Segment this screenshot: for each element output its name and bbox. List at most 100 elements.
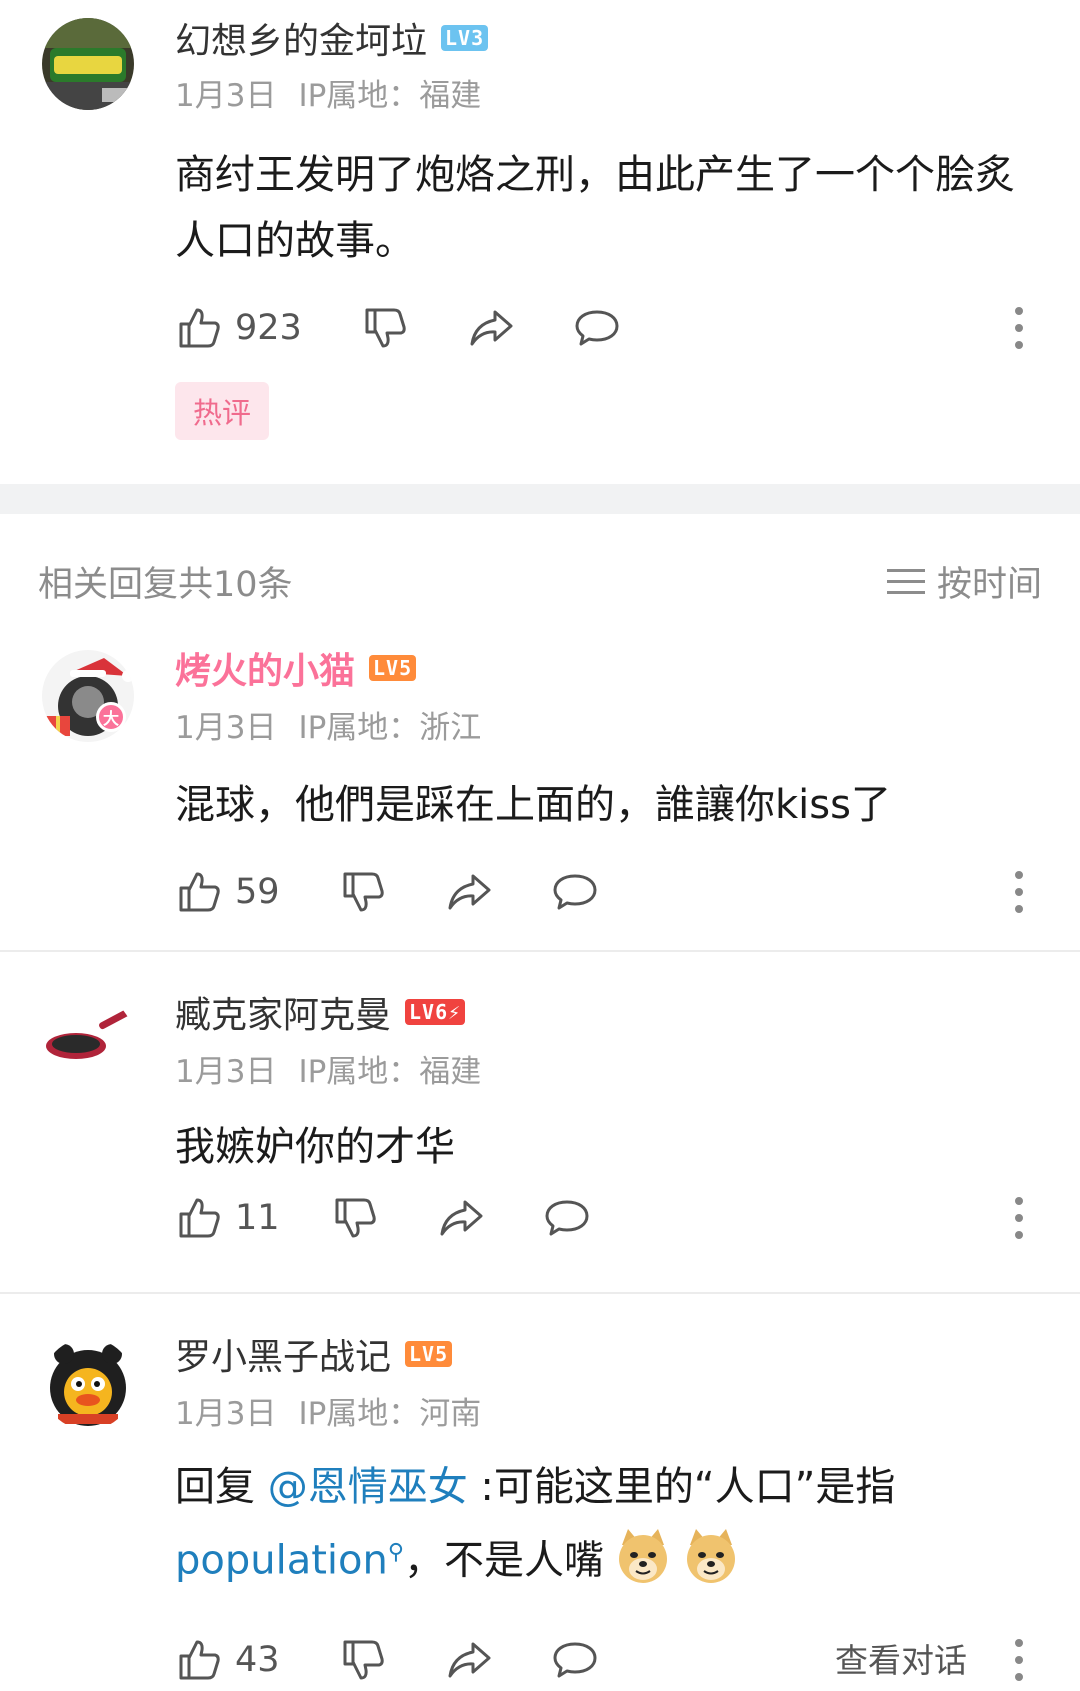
share-button[interactable] (467, 298, 515, 358)
more-button[interactable] (1014, 1196, 1024, 1240)
comment-text: 商纣王发明了炮烙之刑，由此产生了一个个脍炙人口的故事。 (175, 152, 1015, 264)
like-icon (179, 1640, 220, 1680)
username[interactable]: 烤火的小猫 (175, 642, 355, 694)
comment-date: 1月3日 (175, 78, 277, 114)
comment-meta: 1月3日 IP属地：浙江 (175, 702, 481, 747)
share-button[interactable] (445, 862, 493, 922)
action-bar: 43 查看对话 (175, 1630, 1080, 1690)
dislike-button[interactable] (331, 1188, 379, 1248)
comment-text: 回复 @恩情巫女 :可能这里的“人口”是指 population⚲，不是人嘴 (175, 1454, 1045, 1593)
action-bar: 11 (175, 1188, 1080, 1248)
comment-icon (575, 310, 619, 346)
username-row: 幻想乡的金坷垃 LV3 (175, 12, 489, 64)
more-button[interactable] (1014, 870, 1024, 914)
reply-item: 臧克家阿克曼 LV6⚡ 1月3日 IP属地：福建 我嫉妒你的才华 11 (0, 984, 1080, 1284)
doge-emoji (618, 1529, 667, 1584)
ip-location: IP属地：福建 (298, 1054, 482, 1090)
dislike-icon (343, 872, 384, 912)
username-row: 臧克家阿克曼 LV6⚡ (175, 986, 466, 1038)
sort-icon (886, 568, 925, 594)
username-row: 罗小黑子战记 LV5 (175, 1328, 453, 1380)
like-button[interactable]: 923 (175, 298, 302, 358)
share-icon (448, 874, 491, 910)
sort-label: 按时间 (936, 565, 1042, 605)
comment-meta: 1月3日 IP属地：福建 (175, 1046, 481, 1091)
more-button[interactable] (1014, 306, 1024, 350)
username[interactable]: 罗小黑子战记 (175, 1328, 391, 1380)
comment-date: 1月3日 (175, 710, 277, 746)
like-button[interactable]: 11 (175, 1188, 280, 1248)
comment-meta: 1月3日 IP属地：河南 (175, 1388, 481, 1433)
more-icon (1015, 871, 1023, 913)
share-icon (470, 310, 513, 346)
like-count: 59 (235, 872, 280, 912)
mention-link[interactable]: @恩情巫女 (268, 1464, 468, 1510)
like-icon (179, 872, 220, 912)
share-button[interactable] (445, 1630, 493, 1690)
avatar[interactable] (42, 1338, 134, 1430)
share-icon (448, 1642, 491, 1678)
avatar[interactable] (42, 18, 134, 110)
share-icon (440, 1200, 483, 1236)
view-conversation-link[interactable]: 查看对话 (835, 1634, 967, 1682)
reply-button[interactable] (543, 1188, 591, 1248)
dislike-button[interactable] (339, 862, 387, 922)
search-keyword-link[interactable]: population (175, 1537, 388, 1583)
comment-date: 1月3日 (175, 1396, 277, 1432)
comment-text-part: :可能这里的“人口”是指 (467, 1464, 896, 1510)
dislike-icon (365, 308, 406, 348)
doge-emoji (686, 1529, 735, 1584)
reply-prefix: 回复 (175, 1464, 268, 1510)
comment-icon (553, 874, 597, 910)
like-count: 11 (235, 1198, 280, 1238)
more-icon (1015, 307, 1023, 349)
level-badge: LV6⚡ (405, 999, 466, 1025)
dislike-icon (335, 1198, 376, 1238)
share-button[interactable] (437, 1188, 485, 1248)
action-bar: 923 (175, 298, 1080, 358)
reply-button[interactable] (551, 862, 599, 922)
section-divider (0, 484, 1080, 514)
level-badge: LV5 (369, 655, 417, 681)
like-button[interactable]: 59 (175, 862, 280, 922)
like-button[interactable]: 43 (175, 1630, 280, 1690)
avatar-image-icon (42, 1338, 134, 1430)
avatar[interactable] (42, 994, 134, 1086)
more-icon (1015, 1639, 1023, 1681)
comment-meta: 1月3日 IP属地：福建 (175, 70, 481, 115)
reply-item: 大 烤火的小猫 LV5 1月3日 IP属地：浙江 混球，他們是踩在上面的，誰讓你k… (0, 640, 1080, 950)
hot-comment-tag: 热评 (175, 382, 270, 440)
avatar-image-icon (42, 18, 134, 110)
replies-header: 相关回复共10条 按时间 (0, 548, 1080, 608)
comment-icon (553, 1642, 597, 1678)
ip-location: IP属地：河南 (298, 1396, 482, 1432)
sort-button[interactable]: 按时间 (886, 556, 1042, 607)
username[interactable]: 幻想乡的金坷垃 (175, 12, 427, 64)
comment-date: 1月3日 (175, 1054, 277, 1090)
username-row: 烤火的小猫 LV5 (175, 642, 417, 694)
more-button[interactable] (1014, 1638, 1024, 1682)
like-icon (179, 1198, 220, 1238)
like-count: 43 (235, 1640, 280, 1680)
reply-button[interactable] (551, 1630, 599, 1690)
dislike-button[interactable] (339, 1630, 387, 1690)
main-comment: 幻想乡的金坷垃 LV3 1月3日 IP属地：福建 商纣王发明了炮烙之刑，由此产生了… (0, 0, 1080, 440)
more-icon (1015, 1197, 1023, 1239)
dislike-button[interactable] (361, 298, 409, 358)
ip-location: IP属地：浙江 (298, 710, 482, 746)
divider (0, 950, 1080, 952)
level-badge: LV5 (405, 1341, 453, 1367)
username[interactable]: 臧克家阿克曼 (175, 986, 391, 1038)
avatar-image-icon (42, 994, 134, 1086)
replies-count-title: 相关回复共10条 (38, 565, 293, 605)
level-badge: LV3 (441, 25, 489, 51)
reply-button[interactable] (573, 298, 621, 358)
comment-icon (545, 1200, 589, 1236)
reply-item: 罗小黑子战记 LV5 1月3日 IP属地：河南 回复 @恩情巫女 :可能这里的“人… (0, 1326, 1080, 1691)
divider (0, 1292, 1080, 1294)
ip-location: IP属地：福建 (298, 78, 482, 114)
vip-badge: 大 (96, 702, 126, 732)
like-count: 923 (235, 308, 302, 348)
search-icon[interactable]: ⚲ (388, 1540, 404, 1565)
dislike-icon (343, 1640, 384, 1680)
